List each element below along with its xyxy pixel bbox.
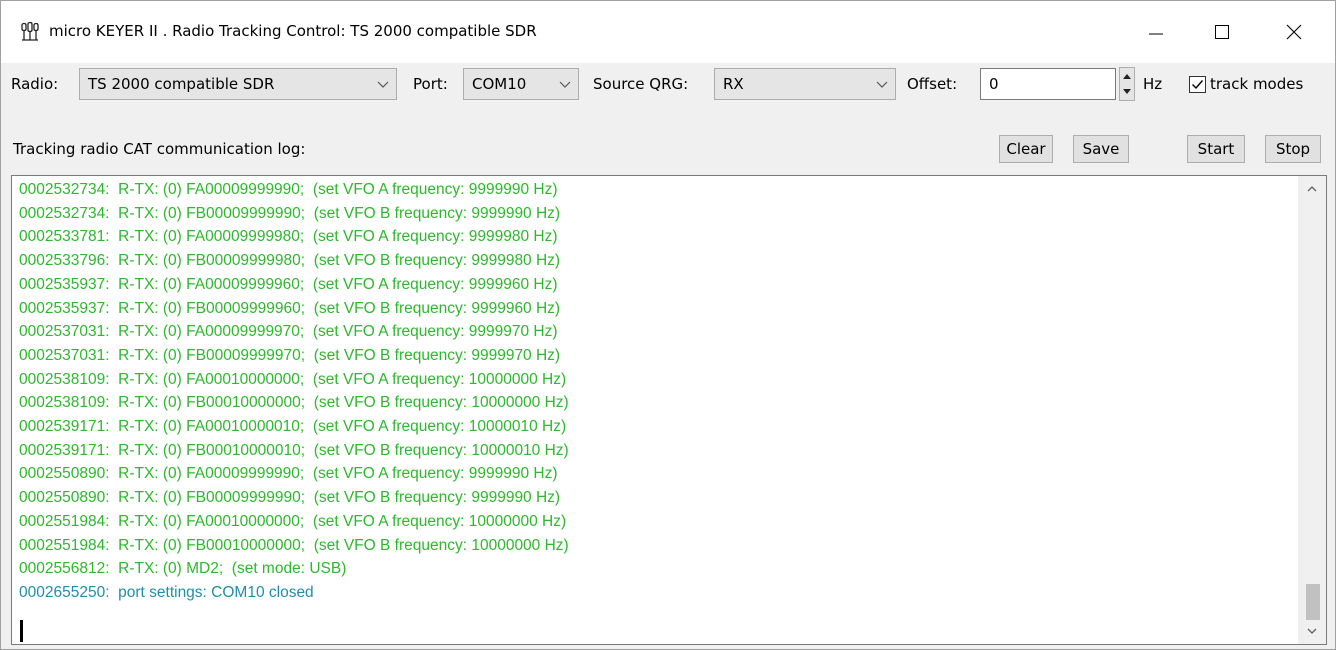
start-button[interactable]: Start — [1187, 135, 1245, 163]
chevron-up-icon — [1307, 186, 1317, 192]
log-line: 0002538109: R-TX: (0) FA00010000000; (se… — [19, 370, 567, 388]
app-icon — [19, 21, 41, 43]
source-qrg-select[interactable]: RX — [714, 68, 896, 100]
log-scrollbar[interactable] — [1298, 176, 1326, 644]
text-caret — [20, 620, 23, 642]
log-line: 0002533781: R-TX: (0) FA00009999980; (se… — [19, 228, 558, 246]
maximize-icon — [1215, 25, 1229, 39]
spin-up-icon[interactable] — [1120, 68, 1134, 84]
minimize-icon — [1149, 33, 1163, 35]
close-button[interactable] — [1265, 1, 1323, 63]
track-modes-checkbox[interactable] — [1189, 76, 1206, 93]
scroll-down-button[interactable] — [1298, 618, 1326, 644]
maximize-button[interactable] — [1193, 1, 1251, 63]
offset-input[interactable]: 0 — [980, 68, 1116, 100]
log-line: 0002551984: R-TX: (0) FB00010000000; (se… — [19, 536, 569, 554]
chevron-down-icon — [559, 81, 571, 88]
log-line: 0002556812: R-TX: (0) MD2; (set mode: US… — [19, 560, 347, 578]
log-line: 0002532734: R-TX: (0) FA00009999990; (se… — [19, 181, 558, 198]
log-line: 0002537031: R-TX: (0) FA00009999970; (se… — [19, 323, 558, 341]
app-window: micro KEYER II . Radio Tracking Control:… — [0, 0, 1336, 650]
log-line: 0002539171: R-TX: (0) FA00010000010; (se… — [19, 418, 567, 436]
close-icon — [1286, 24, 1302, 40]
checkmark-icon — [1192, 80, 1204, 90]
stop-button[interactable]: Stop — [1265, 135, 1321, 163]
settings-toolbar: Radio: TS 2000 compatible SDR Port: COM1… — [1, 63, 1335, 109]
port-select-value: COM10 — [472, 75, 527, 93]
log-line: 0002533796: R-TX: (0) FB00009999980; (se… — [19, 252, 561, 270]
log-line: 0002550890: R-TX: (0) FB00009999990; (se… — [19, 489, 561, 507]
log-line: 0002532734: R-TX: (0) FB00009999990; (se… — [19, 204, 561, 222]
port-label: Port: — [413, 75, 448, 93]
log-line: 0002655250: port settings: COM10 closed — [19, 583, 314, 601]
scroll-up-button[interactable] — [1298, 176, 1326, 202]
window-title: micro KEYER II . Radio Tracking Control:… — [49, 22, 537, 40]
source-qrg-select-value: RX — [723, 75, 744, 93]
radio-select-value: TS 2000 compatible SDR — [88, 75, 275, 93]
spin-down-icon[interactable] — [1120, 84, 1134, 100]
log-header: Tracking radio CAT communication log: — [13, 140, 306, 158]
scrollbar-thumb[interactable] — [1306, 584, 1320, 620]
log-line: 0002539171: R-TX: (0) FB00010000010; (se… — [19, 441, 569, 459]
log-line: 0002550890: R-TX: (0) FA00009999990; (se… — [19, 465, 558, 483]
log-line: 0002535937: R-TX: (0) FA00009999960; (se… — [19, 275, 558, 293]
chevron-down-icon — [377, 81, 389, 88]
source-qrg-label: Source QRG: — [593, 75, 689, 93]
cat-log-textarea[interactable]: 0002532734: R-TX: (0) FA00009999990; (se… — [11, 175, 1327, 645]
offset-spinner[interactable] — [1119, 67, 1135, 101]
log-line: 0002535937: R-TX: (0) FB00009999960; (se… — [19, 299, 561, 317]
offset-input-value: 0 — [989, 75, 999, 93]
port-select[interactable]: COM10 — [463, 68, 579, 100]
hz-label: Hz — [1143, 75, 1163, 93]
clear-button[interactable]: Clear — [999, 135, 1053, 163]
chevron-down-icon — [876, 81, 888, 88]
title-bar[interactable]: micro KEYER II . Radio Tracking Control:… — [1, 1, 1335, 63]
chevron-down-icon — [1307, 628, 1317, 634]
log-line: 0002551984: R-TX: (0) FA00010000000; (se… — [19, 512, 567, 530]
save-button[interactable]: Save — [1073, 135, 1129, 163]
log-lines: 0002532734: R-TX: (0) FA00009999990; (se… — [19, 178, 569, 605]
offset-label: Offset: — [907, 75, 958, 93]
radio-label: Radio: — [11, 75, 59, 93]
minimize-button[interactable] — [1127, 1, 1185, 63]
track-modes-label[interactable]: track modes — [1210, 75, 1303, 93]
radio-select[interactable]: TS 2000 compatible SDR — [79, 68, 397, 100]
log-line: 0002537031: R-TX: (0) FB00009999970; (se… — [19, 346, 561, 364]
log-line: 0002538109: R-TX: (0) FB00010000000; (se… — [19, 394, 569, 412]
